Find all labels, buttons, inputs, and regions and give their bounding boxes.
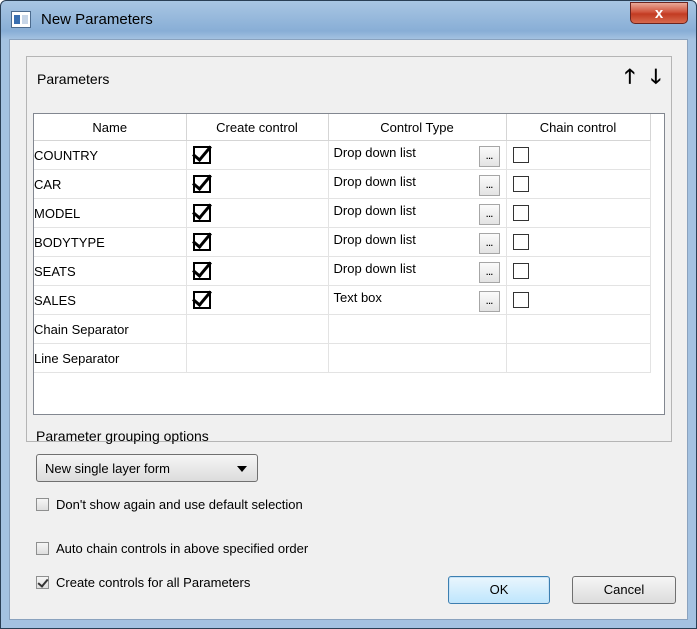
parameter-row[interactable]: COUNTRY Drop down list... <box>34 140 651 170</box>
column-header-chain-control[interactable]: Chain control <box>506 114 651 141</box>
chain-control-cell[interactable] <box>506 227 651 257</box>
grouping-options-label: Parameter grouping options <box>36 428 209 444</box>
create-control-check-icon[interactable] <box>192 262 211 280</box>
control-type-browse-button[interactable]: ... <box>478 233 500 254</box>
create-all-checkbox[interactable] <box>36 576 49 589</box>
parameter-row[interactable]: Line Separator <box>34 343 651 373</box>
create-control-cell[interactable] <box>186 314 329 344</box>
parameters-grid: Name Create control Control Type Chain c… <box>33 113 665 415</box>
parameter-row[interactable]: MODEL Drop down list... <box>34 198 651 228</box>
chain-control-checkbox[interactable] <box>512 263 529 279</box>
chain-control-checkbox[interactable] <box>512 147 529 163</box>
grouping-options-dropdown[interactable]: New single layer form <box>36 454 258 482</box>
grouping-options-value: New single layer form <box>45 461 170 476</box>
parameter-name[interactable]: MODEL <box>34 198 187 228</box>
create-control-cell[interactable] <box>186 169 329 199</box>
control-type-cell[interactable]: Drop down list... <box>328 198 507 228</box>
parameter-name[interactable]: BODYTYPE <box>34 227 187 257</box>
control-type-browse-button[interactable]: ... <box>478 262 500 283</box>
chain-control-cell[interactable] <box>506 169 651 199</box>
create-all-label: Create controls for all Parameters <box>56 575 251 590</box>
create-control-cell[interactable] <box>186 285 329 315</box>
create-control-cell[interactable] <box>186 198 329 228</box>
control-type-browse-button[interactable]: ... <box>478 146 500 167</box>
control-type-browse-button[interactable]: ... <box>478 204 500 225</box>
control-type-cell[interactable] <box>328 343 507 373</box>
parameter-row[interactable]: CAR Drop down list... <box>34 169 651 199</box>
control-type-cell[interactable]: Text box... <box>328 285 507 315</box>
app-icon <box>11 11 31 28</box>
parameters-title: Parameters <box>37 71 110 87</box>
ok-button[interactable]: OK <box>448 576 550 604</box>
control-type-cell[interactable]: Drop down list... <box>328 169 507 199</box>
parameter-row[interactable]: SEATS Drop down list... <box>34 256 651 286</box>
parameter-name[interactable]: COUNTRY <box>34 140 187 170</box>
parameters-header-row: Name Create control Control Type Chain c… <box>34 114 651 141</box>
parameter-row[interactable]: BODYTYPE Drop down list... <box>34 227 651 257</box>
parameter-name[interactable]: SEATS <box>34 256 187 286</box>
create-control-check-icon[interactable] <box>192 146 211 164</box>
chevron-down-icon <box>237 466 247 472</box>
create-control-cell[interactable] <box>186 256 329 286</box>
parameters-panel: Parameters 🡑 🡓 Name Create control Contr… <box>26 56 672 442</box>
cancel-button[interactable]: Cancel <box>572 576 676 604</box>
control-type-value: Drop down list <box>333 232 416 247</box>
chain-control-cell[interactable] <box>506 285 651 315</box>
control-type-browse-button[interactable]: ... <box>478 175 500 196</box>
chain-control-cell[interactable] <box>506 256 651 286</box>
parameter-name[interactable]: SALES <box>34 285 187 315</box>
create-control-cell[interactable] <box>186 343 329 373</box>
auto-chain-checkbox[interactable] <box>36 542 49 555</box>
close-button[interactable]: x <box>630 2 688 24</box>
move-down-icon[interactable]: 🡓 <box>651 67 661 87</box>
dont-show-again-label: Don't show again and use default selecti… <box>56 497 303 512</box>
chain-control-cell[interactable] <box>506 198 651 228</box>
control-type-cell[interactable]: Drop down list... <box>328 256 507 286</box>
control-type-value: Drop down list <box>333 261 416 276</box>
control-type-cell[interactable]: Drop down list... <box>328 140 507 170</box>
control-type-value: Drop down list <box>333 203 416 218</box>
chain-control-cell[interactable] <box>506 343 651 373</box>
column-header-control-type[interactable]: Control Type <box>328 114 507 141</box>
control-type-cell[interactable]: Drop down list... <box>328 227 507 257</box>
create-control-cell[interactable] <box>186 140 329 170</box>
parameter-name[interactable]: Line Separator <box>34 343 187 373</box>
dont-show-again-checkbox[interactable] <box>36 498 49 511</box>
move-up-icon[interactable]: 🡑 <box>625 67 635 87</box>
control-type-browse-button[interactable]: ... <box>478 291 500 312</box>
auto-chain-label: Auto chain controls in above specified o… <box>56 541 309 556</box>
dialog-window: New Parameters x Parameters 🡑 🡓 Name Cre… <box>0 0 697 629</box>
chain-control-cell[interactable] <box>506 314 651 344</box>
parameters-rows: COUNTRY Drop down list... CAR Drop down lis… <box>34 140 651 373</box>
create-control-check-icon[interactable] <box>192 291 211 309</box>
chain-control-cell[interactable] <box>506 140 651 170</box>
parameters-table: Name Create control Control Type Chain c… <box>34 114 651 373</box>
column-header-create-control[interactable]: Create control <box>186 114 329 141</box>
create-control-cell[interactable] <box>186 227 329 257</box>
create-control-check-icon[interactable] <box>192 204 211 222</box>
dialog-body: Parameters 🡑 🡓 Name Create control Contr… <box>9 39 688 620</box>
chain-control-checkbox[interactable] <box>512 205 529 221</box>
parameter-row[interactable]: Chain Separator <box>34 314 651 344</box>
column-header-name[interactable]: Name <box>34 114 187 141</box>
create-control-check-icon[interactable] <box>192 175 211 193</box>
chain-control-checkbox[interactable] <box>512 234 529 250</box>
parameter-row[interactable]: SALES Text box... <box>34 285 651 315</box>
window-title: New Parameters <box>41 11 153 28</box>
parameters-header: Parameters 🡑 🡓 <box>27 57 671 101</box>
control-type-cell[interactable] <box>328 314 507 344</box>
chain-control-checkbox[interactable] <box>512 176 529 192</box>
control-type-value: Text box <box>333 290 382 305</box>
control-type-value: Drop down list <box>333 145 416 160</box>
chain-control-checkbox[interactable] <box>512 292 529 308</box>
control-type-value: Drop down list <box>333 174 416 189</box>
parameter-name[interactable]: CAR <box>34 169 187 199</box>
parameter-name[interactable]: Chain Separator <box>34 314 187 344</box>
title-bar[interactable]: New Parameters x <box>1 1 696 39</box>
create-control-check-icon[interactable] <box>192 233 211 251</box>
